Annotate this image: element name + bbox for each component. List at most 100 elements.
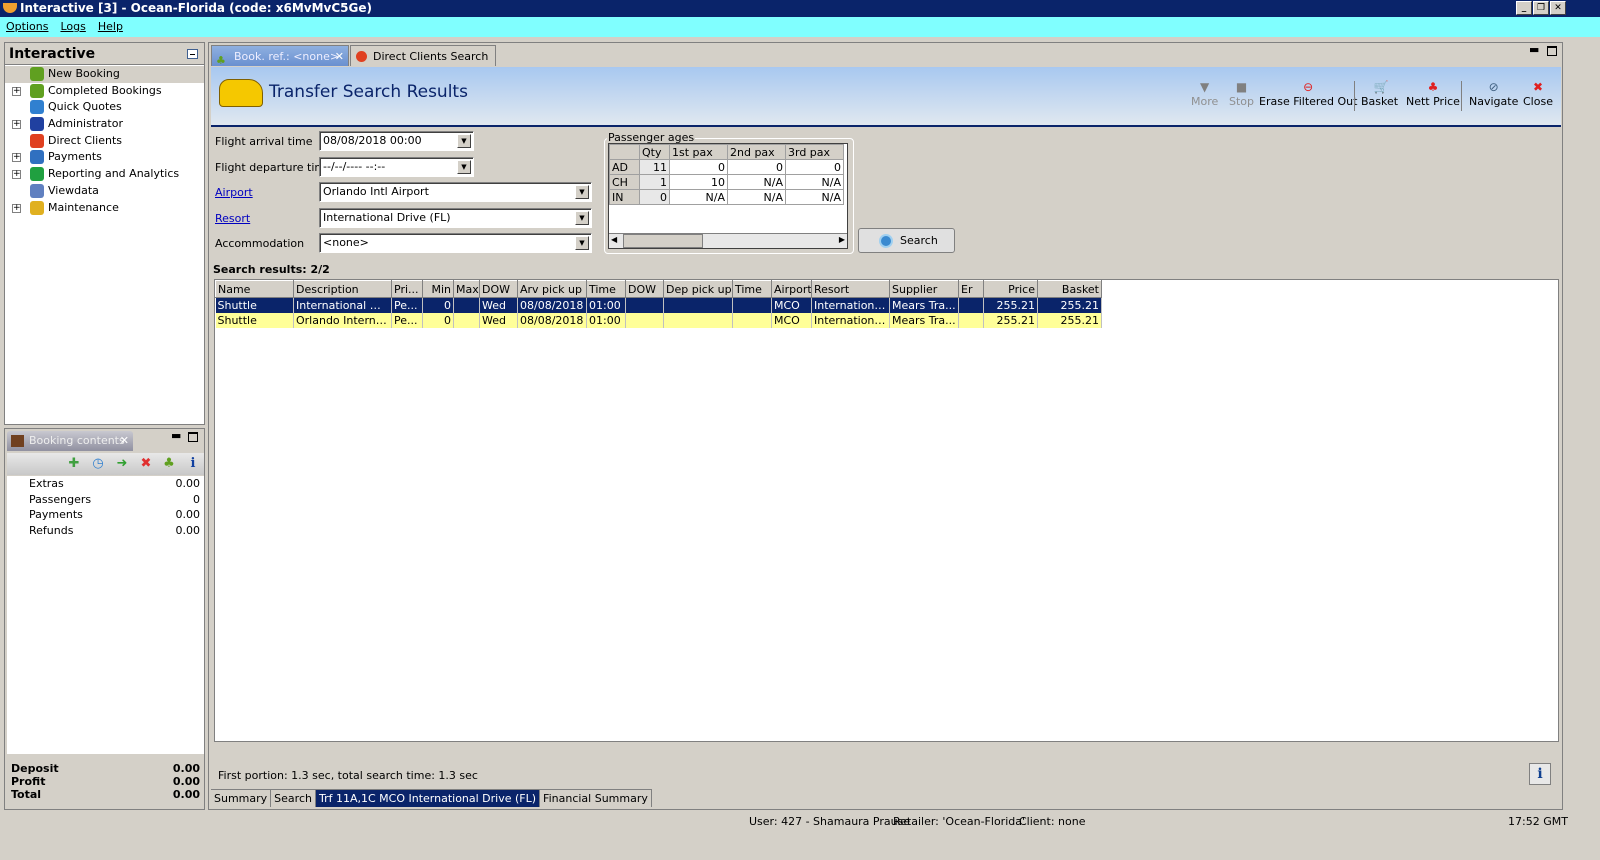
minimize-icon[interactable]: ▬ (1529, 43, 1539, 56)
expand-icon[interactable]: + (12, 153, 21, 163)
maximize-icon[interactable] (188, 432, 198, 442)
toolbar-nett-price-button[interactable]: ♣ Nett Price (1406, 81, 1460, 108)
bottom-tab[interactable]: Financial Summary (540, 790, 652, 807)
sidebar-item-payments[interactable]: + Payments (5, 149, 204, 166)
restore-button[interactable]: ❐ (1533, 1, 1549, 15)
menu-options[interactable]: Options (6, 20, 48, 33)
table-row[interactable]: Shuttle International Dri... Pe... 0 Wed 08/0… (215, 297, 1102, 313)
expand-icon[interactable]: + (12, 170, 21, 180)
pax-cell[interactable]: 11 (639, 159, 670, 175)
table-row[interactable]: Shuttle Orlando Internat... Pe... 0 Wed 08/08… (215, 312, 1102, 328)
pax-cell[interactable]: N/A (785, 189, 844, 205)
column-header[interactable]: DOW (479, 280, 518, 298)
sidebar-item-reporting-and-analytics[interactable]: + Reporting and Analytics (5, 166, 204, 183)
column-header[interactable]: Pri... (391, 280, 423, 298)
bottom-tab[interactable]: Search (271, 790, 316, 807)
toolbar-basket-button[interactable]: 🛒 Basket (1361, 81, 1398, 108)
scroll-thumb[interactable] (623, 234, 703, 248)
sidebar-item-quick-quotes[interactable]: Quick Quotes (5, 99, 204, 116)
flight-arrival-input[interactable]: 08/08/2018 00:00 ▼ (319, 131, 474, 151)
column-header[interactable]: Max (453, 280, 480, 298)
scroll-left-icon[interactable]: ◀ (611, 235, 617, 244)
column-header[interactable]: Dep pick up (663, 280, 733, 298)
column-header[interactable]: Time (586, 280, 626, 298)
column-header[interactable]: Min (422, 280, 454, 298)
basket-move-icon[interactable]: ➜ (115, 457, 129, 471)
column-header[interactable]: Price (983, 280, 1038, 298)
tab-booking-ref[interactable]: ♣ Book. ref.: <none> ✕ (211, 45, 349, 67)
airport-link[interactable]: Airport (215, 186, 253, 199)
horizontal-scrollbar[interactable]: ◀ ▶ (609, 233, 847, 248)
sidebar-item-direct-clients[interactable]: Direct Clients (5, 133, 204, 150)
column-header[interactable]: Resort (811, 280, 890, 298)
pax-cell[interactable]: 0 (639, 189, 670, 205)
resort-link[interactable]: Resort (215, 212, 250, 225)
toolbar-more-button[interactable]: ▼ More (1191, 81, 1218, 108)
flight-departure-input[interactable]: --/--/---- --:-- ▼ (319, 157, 474, 177)
maximize-icon[interactable] (1547, 46, 1557, 56)
close-tab-icon[interactable]: ✕ (335, 46, 344, 67)
column-header[interactable]: Er (958, 280, 984, 298)
menu-logs[interactable]: Logs (60, 20, 85, 33)
menu-help[interactable]: Help (98, 20, 123, 33)
client-icon (356, 51, 367, 62)
column-header[interactable]: Supplier (889, 280, 959, 298)
column-header[interactable]: Name (215, 280, 294, 298)
dropdown-arrow-icon[interactable]: ▼ (575, 185, 589, 199)
delete-icon[interactable]: ✖ (139, 457, 153, 471)
pax-cell[interactable]: 10 (669, 174, 728, 190)
info-button[interactable]: i (1529, 763, 1551, 785)
sidebar-item-maintenance[interactable]: + Maintenance (5, 200, 204, 217)
tab-booking-contents[interactable]: Booking contents ✕ (7, 431, 133, 451)
resort-select[interactable]: International Drive (FL) ▼ (319, 208, 592, 228)
palm-icon[interactable]: ♣ (162, 457, 176, 471)
collapse-button[interactable] (187, 49, 198, 59)
table-cell: Wed (479, 297, 518, 313)
pax-cell[interactable]: 1 (639, 174, 670, 190)
pax-cell[interactable]: N/A (727, 174, 786, 190)
dropdown-arrow-icon[interactable]: ▼ (575, 236, 589, 250)
pax-cell[interactable]: N/A (727, 189, 786, 205)
add-icon[interactable]: ✚ (67, 457, 81, 471)
dropdown-arrow-icon[interactable]: ▼ (457, 160, 471, 174)
sidebar-item-new-booking[interactable]: New Booking (5, 66, 204, 83)
expand-icon[interactable]: + (12, 203, 21, 213)
booking-row: Extras 0.00 (7, 476, 204, 492)
pax-cell[interactable]: N/A (785, 174, 844, 190)
search-button[interactable]: Search (858, 228, 955, 253)
close-tab-icon[interactable]: ✕ (120, 431, 129, 451)
tab-direct-clients-search[interactable]: Direct Clients Search (350, 45, 496, 66)
close-window-button[interactable]: ✕ (1550, 1, 1566, 15)
toolbar-erase-filtered-out-button[interactable]: ⊖ Erase Filtered Out (1259, 81, 1357, 108)
airport-select[interactable]: Orlando Intl Airport ▼ (319, 182, 592, 202)
pax-cell[interactable]: N/A (669, 189, 728, 205)
sidebar-item-completed-bookings[interactable]: + Completed Bookings (5, 83, 204, 100)
sidebar-item-viewdata[interactable]: Viewdata (5, 183, 204, 200)
column-header[interactable]: Time (732, 280, 772, 298)
scroll-right-icon[interactable]: ▶ (839, 235, 845, 244)
minimize-button[interactable]: _ (1516, 1, 1532, 15)
expand-icon[interactable]: + (12, 120, 21, 130)
column-header[interactable]: DOW (625, 280, 664, 298)
info-icon[interactable]: i (186, 457, 200, 471)
pax-cell[interactable]: 0 (785, 159, 844, 175)
sidebar-item-administrator[interactable]: + Administrator (5, 116, 204, 133)
column-header[interactable]: Airport (771, 280, 812, 298)
pax-cell[interactable]: 0 (669, 159, 728, 175)
dropdown-arrow-icon[interactable]: ▼ (575, 211, 589, 225)
toolbar-close-button[interactable]: ✖ Close (1523, 81, 1553, 108)
column-header[interactable]: Arv pick up (517, 280, 587, 298)
minimize-icon[interactable]: ▬ (171, 429, 181, 442)
expand-icon[interactable]: + (12, 86, 21, 96)
accommodation-select[interactable]: <none> ▼ (319, 233, 592, 253)
pax-cell[interactable]: 0 (727, 159, 786, 175)
dropdown-arrow-icon[interactable]: ▼ (457, 134, 471, 148)
column-header[interactable]: Description (293, 280, 392, 298)
toolbar-stop-button[interactable]: ■ Stop (1229, 81, 1254, 108)
column-header[interactable]: Basket (1037, 280, 1102, 298)
clock-icon[interactable]: ◷ (91, 457, 105, 471)
passenger-ages-grid[interactable]: Qty 1st pax 2nd pax 3rd pax AD 11 0 0 0 CH 1 10 N/A N… (608, 143, 848, 249)
bottom-tab[interactable]: Summary (211, 790, 272, 807)
bottom-tab[interactable]: Trf 11A,1C MCO International Drive (FL) (315, 790, 541, 807)
toolbar-navigate-button[interactable]: ⊘ Navigate (1469, 81, 1518, 108)
